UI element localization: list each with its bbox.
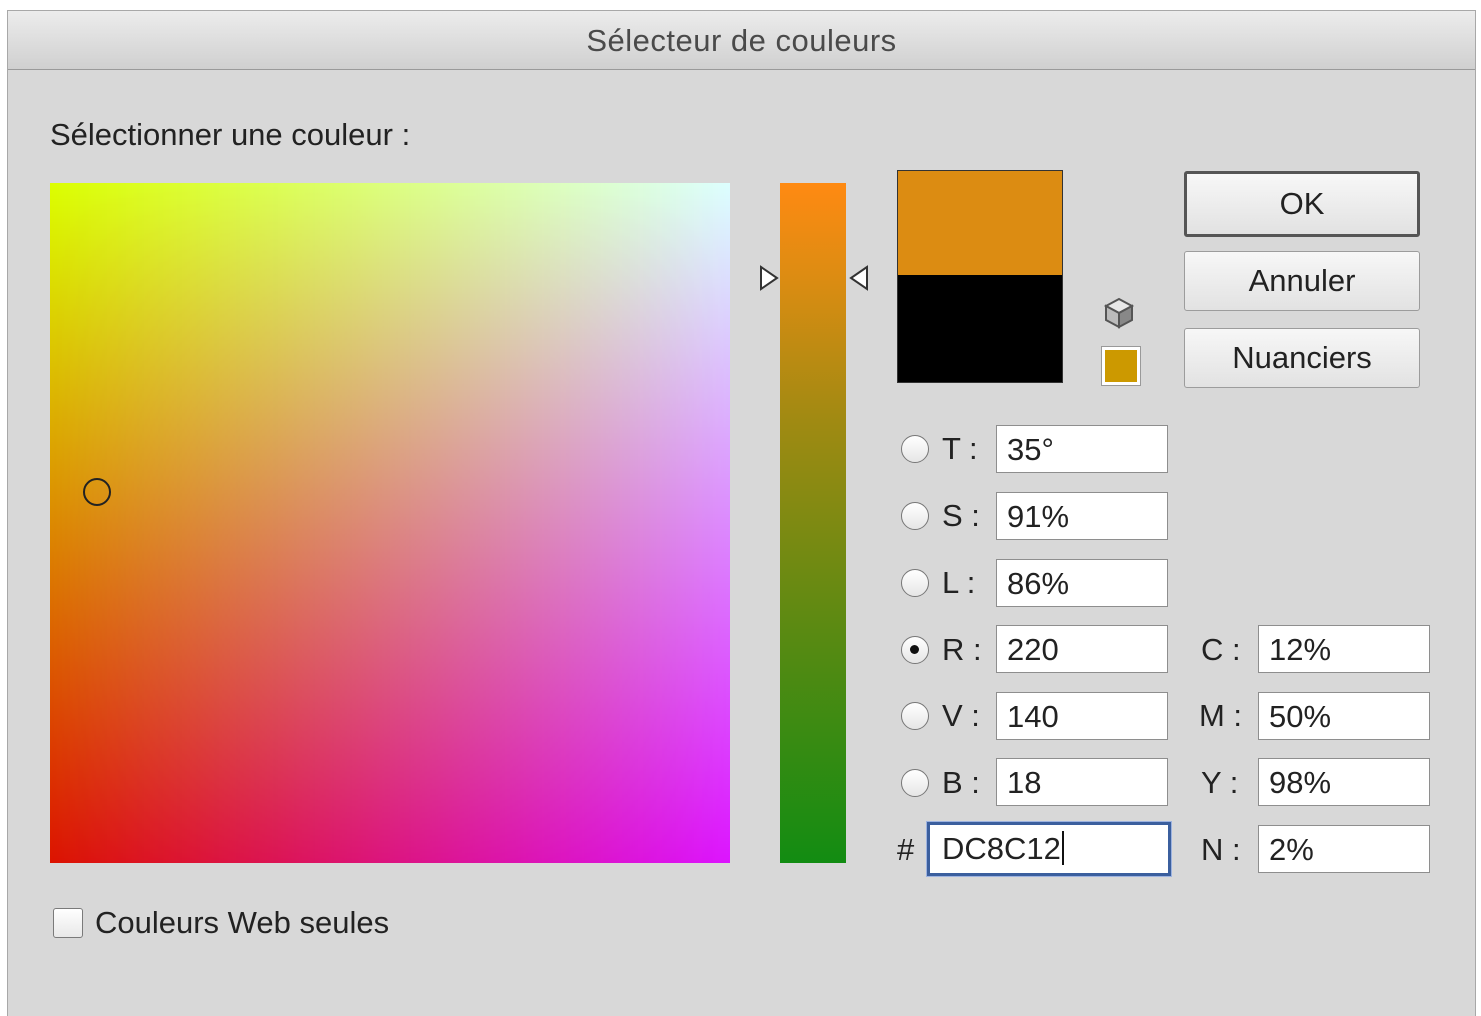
- web-colors-only-label[interactable]: Couleurs Web seules: [95, 905, 389, 941]
- yellow-input[interactable]: 98%: [1258, 758, 1430, 806]
- color-field-picker-circle[interactable]: [83, 478, 111, 506]
- color-field-gradient-right: [50, 183, 730, 863]
- cyan-label: C :: [1201, 632, 1241, 667]
- new-color-swatch: [898, 171, 1062, 275]
- swatches-button[interactable]: Nuanciers: [1184, 328, 1420, 388]
- cancel-button[interactable]: Annuler: [1184, 251, 1420, 311]
- green-label: V :: [942, 698, 980, 733]
- brightness-input[interactable]: 86%: [996, 559, 1168, 607]
- color-comparison-swatch: [897, 170, 1063, 383]
- web-safe-cube-icon[interactable]: [1102, 296, 1136, 330]
- select-color-prompt: Sélectionner une couleur :: [50, 117, 411, 152]
- magenta-label: M :: [1199, 698, 1243, 733]
- hex-input[interactable]: DC8C12: [927, 822, 1171, 876]
- web-colors-only-checkbox[interactable]: [53, 908, 83, 938]
- saturation-radio[interactable]: [901, 502, 929, 530]
- window-title: Sélecteur de couleurs: [586, 23, 897, 58]
- black-label: N :: [1201, 832, 1241, 867]
- blue-radio[interactable]: [901, 769, 929, 797]
- green-radio[interactable]: [901, 702, 929, 730]
- slider-left-triangle-icon[interactable]: [758, 265, 782, 291]
- color-picker-dialog: Sélecteur de couleurs Sélectionner une c…: [7, 10, 1476, 1016]
- web-safe-color-fill: [1105, 350, 1137, 382]
- magenta-input[interactable]: 50%: [1258, 692, 1430, 740]
- original-color-swatch[interactable]: [898, 275, 1062, 382]
- red-input[interactable]: 220: [996, 625, 1168, 673]
- hex-label: #: [897, 832, 915, 867]
- color-field[interactable]: [50, 183, 730, 863]
- slider-right-triangle-icon[interactable]: [846, 265, 870, 291]
- green-input[interactable]: 140: [996, 692, 1168, 740]
- red-label: R :: [942, 632, 982, 667]
- ok-button[interactable]: OK: [1184, 171, 1420, 237]
- hue-input[interactable]: 35°: [996, 425, 1168, 473]
- hex-value: DC8C12: [942, 831, 1061, 866]
- saturation-label: S :: [942, 498, 980, 533]
- brightness-label: L :: [942, 565, 976, 600]
- saturation-input[interactable]: 91%: [996, 492, 1168, 540]
- red-radio[interactable]: [901, 636, 929, 664]
- black-input[interactable]: 2%: [1258, 825, 1430, 873]
- yellow-label: Y :: [1201, 765, 1239, 800]
- red-channel-slider[interactable]: [780, 183, 846, 863]
- hue-label: T :: [942, 431, 978, 466]
- blue-label: B :: [942, 765, 980, 800]
- blue-input[interactable]: 18: [996, 758, 1168, 806]
- brightness-radio[interactable]: [901, 569, 929, 597]
- title-bar: Sélecteur de couleurs: [8, 11, 1475, 70]
- cyan-input[interactable]: 12%: [1258, 625, 1430, 673]
- web-safe-color-swatch[interactable]: [1101, 346, 1141, 386]
- text-caret: [1061, 831, 1064, 865]
- hue-radio[interactable]: [901, 435, 929, 463]
